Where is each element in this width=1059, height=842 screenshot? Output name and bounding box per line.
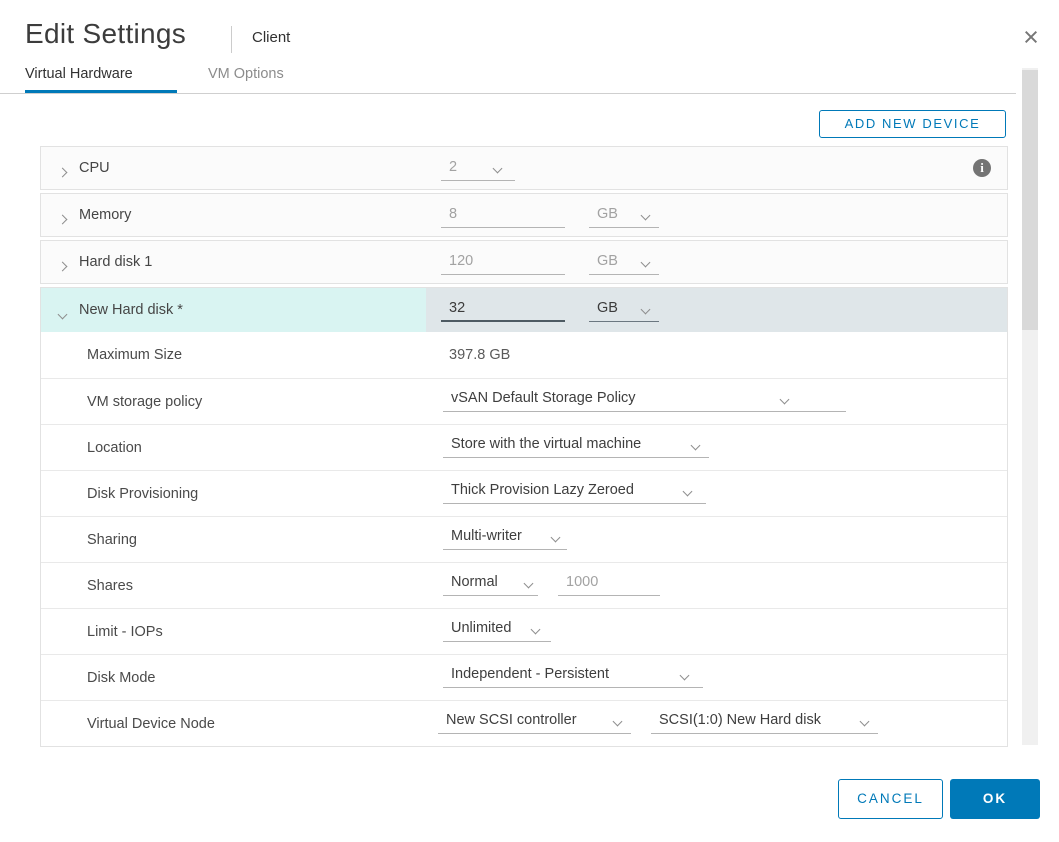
shares-count-input[interactable]: 1000 [558,572,660,596]
chevron-down-icon [683,487,693,497]
tabs-divider [0,93,1016,94]
setting-row-shares: Shares Normal 1000 [41,562,1007,608]
dialog-title: Edit Settings [25,18,186,50]
scsi-node-select[interactable]: SCSI(1:0) New Hard disk [651,710,878,734]
edit-settings-dialog: Edit Settings Client × Virtual Hardware … [0,0,1059,842]
memory-size-input[interactable]: 8 [441,204,565,228]
device-row-memory[interactable]: Memory 8 GB [40,193,1008,237]
chevron-down-icon [531,625,541,635]
chevron-down-icon [551,533,561,543]
memory-unit-select[interactable]: GB [589,204,659,228]
chevron-right-icon[interactable] [59,210,66,228]
shares-level-select[interactable]: Normal [443,572,538,596]
limit-iops-select[interactable]: Unlimited [443,618,551,642]
setting-row-sharing: Sharing Multi-writer [41,516,1007,562]
chevron-right-icon[interactable] [59,257,66,275]
title-divider [231,26,232,53]
add-new-device-button[interactable]: ADD NEW DEVICE [819,110,1006,138]
device-label: Memory [79,207,131,223]
disk-provisioning-select[interactable]: Thick Provision Lazy Zeroed [443,480,706,504]
device-label: CPU [79,160,110,176]
chevron-down-icon [860,717,870,727]
chevron-down-icon [613,717,623,727]
scrollbar-track[interactable] [1022,68,1038,745]
chevron-down-icon[interactable] [59,305,66,323]
tab-virtual-hardware[interactable]: Virtual Hardware [25,66,133,82]
virtual-hardware-table: CPU 2 i Memory 8 GB Hard disk 1 120 [40,146,1008,747]
info-icon[interactable]: i [973,159,991,177]
setting-row-vm-storage-policy: VM storage policy vSAN Default Storage P… [41,378,1007,424]
disk-mode-select[interactable]: Independent - Persistent [443,664,703,688]
cpu-count-select[interactable]: 2 [441,157,515,181]
hard-disk-1-size-input[interactable]: 120 [441,251,565,275]
vm-storage-policy-select[interactable]: vSAN Default Storage Policy [443,388,846,412]
hard-disk-1-unit-select[interactable]: GB [589,251,659,275]
setting-row-virtual-device-node: Virtual Device Node New SCSI controller … [41,700,1007,746]
ok-button[interactable]: OK [950,779,1040,819]
close-icon[interactable]: × [1016,22,1046,52]
device-row-new-hard-disk[interactable]: New Hard disk * 32 GB [41,288,1007,332]
chevron-down-icon [641,211,651,221]
setting-row-disk-provisioning: Disk Provisioning Thick Provision Lazy Z… [41,470,1007,516]
setting-row-location: Location Store with the virtual machine [41,424,1007,470]
scrollbar-thumb[interactable] [1022,70,1038,330]
setting-row-maximum-size: Maximum Size 397.8 GB [41,332,1007,378]
device-label: Hard disk 1 [79,254,152,270]
location-select[interactable]: Store with the virtual machine [443,434,709,458]
device-row-cpu[interactable]: CPU 2 i [40,146,1008,190]
chevron-down-icon [691,441,701,451]
new-hard-disk-size-input[interactable]: 32 [441,298,565,322]
chevron-down-icon [641,258,651,268]
cancel-button[interactable]: CANCEL [838,779,943,819]
tab-vm-options[interactable]: VM Options [208,66,284,82]
scsi-controller-select[interactable]: New SCSI controller [438,710,631,734]
device-label: New Hard disk * [79,302,183,318]
dialog-context-label: Client [252,29,290,46]
sharing-select[interactable]: Multi-writer [443,526,567,550]
maximum-size-value: 397.8 GB [449,347,510,363]
chevron-down-icon [680,671,690,681]
new-hard-disk-unit-select[interactable]: GB [589,298,659,322]
chevron-down-icon [493,164,503,174]
device-row-hard-disk-1[interactable]: Hard disk 1 120 GB [40,240,1008,284]
chevron-down-icon [524,579,534,589]
setting-row-disk-mode: Disk Mode Independent - Persistent [41,654,1007,700]
chevron-down-icon [780,395,790,405]
setting-row-limit-iops: Limit - IOPs Unlimited [41,608,1007,654]
device-block-new-hard-disk: New Hard disk * 32 GB Maximum Size 397.8… [40,287,1008,747]
chevron-down-icon [641,305,651,315]
chevron-right-icon[interactable] [59,163,66,181]
